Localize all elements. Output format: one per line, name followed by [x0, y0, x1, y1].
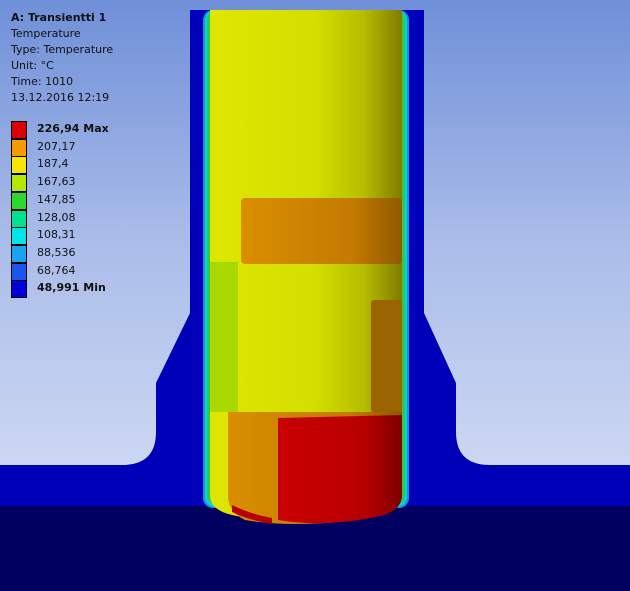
legend-label: 167,63 [37, 175, 76, 189]
legend-swatch [11, 121, 27, 139]
result-name: Temperature [11, 27, 81, 40]
legend-label: 48,991 Min [37, 281, 106, 295]
legend-swatch [11, 209, 27, 228]
legend-label: 68,764 [37, 263, 76, 277]
legend-swatch [11, 244, 27, 263]
hot-strip-right [371, 300, 402, 412]
cool-zone-left [210, 262, 238, 412]
result-info-panel: A: Transientti 1 Temperature Type: Tempe… [11, 10, 113, 106]
legend-swatch [11, 227, 27, 246]
legend-swatch [11, 280, 27, 299]
legend-swatch [11, 156, 27, 175]
legend-label: 226,94 Max [37, 122, 109, 135]
legend-label: 88,536 [37, 245, 76, 259]
graphics-viewport[interactable]: A: Transientti 1 Temperature Type: Tempe… [0, 0, 630, 591]
result-title: A: Transientti 1 [11, 11, 107, 24]
legend-label: 187,4 [37, 157, 69, 171]
result-type: Type: Temperature [11, 43, 114, 56]
legend-swatch [11, 174, 27, 193]
max-temperature-zone [278, 415, 402, 524]
legend-swatch [11, 191, 27, 210]
result-time: Time: 1010 [11, 75, 74, 88]
legend-label: 128,08 [37, 210, 76, 224]
hot-band-upper [241, 198, 402, 264]
legend-swatch [11, 262, 27, 281]
legend-label: 147,85 [37, 192, 76, 206]
legend-label: 207,17 [37, 139, 76, 153]
legend-label: 108,31 [37, 228, 76, 242]
legend-swatch [11, 138, 27, 157]
result-unit: Unit: °C [11, 59, 54, 72]
result-date: 13.12.2016 12:19 [11, 91, 110, 104]
